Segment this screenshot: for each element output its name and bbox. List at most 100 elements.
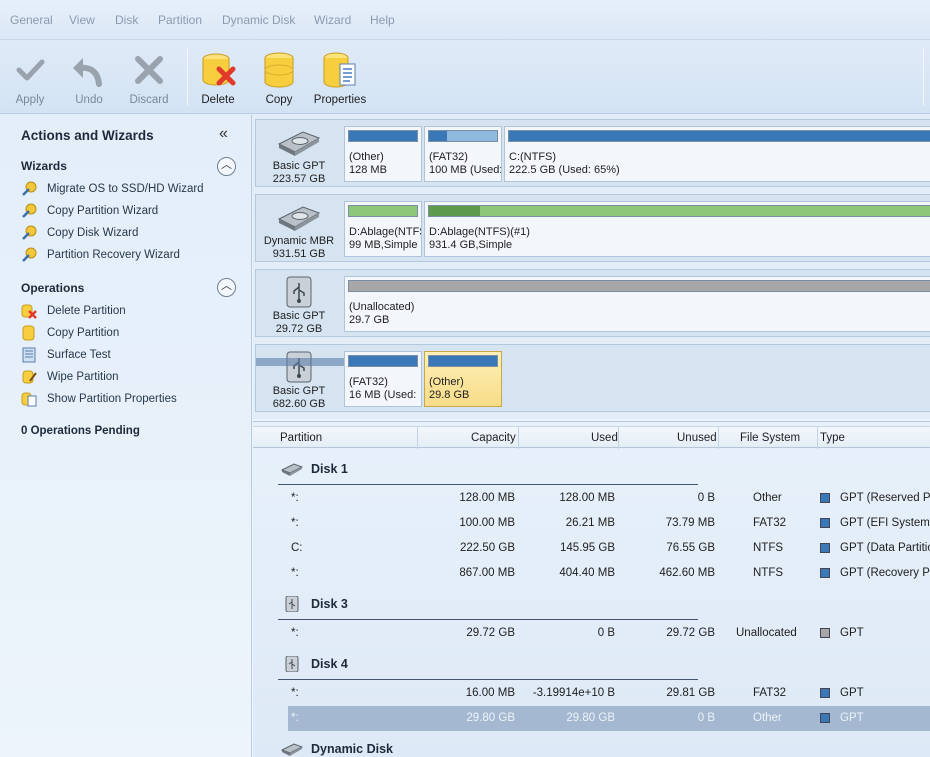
actions-wizards-panel: Actions and Wizards « Wizards ︿ Migrate … <box>0 115 252 757</box>
column-divider[interactable] <box>518 427 519 449</box>
disk-selection-strip <box>256 358 344 366</box>
disk-group-header[interactable]: Disk 3 <box>281 593 348 615</box>
partition-block[interactable]: (FAT32) 16 MB (Used: <box>344 351 422 407</box>
disk-info[interactable]: Basic GPT 223.57 GB <box>256 120 342 186</box>
cell-partition: *: <box>291 687 299 699</box>
cell-type: GPT (Reserved Pa <box>840 492 930 504</box>
show-partition-properties-op[interactable]: Show Partition Properties <box>21 390 177 408</box>
partition-block-selected[interactable]: (Other) 29.8 GB <box>424 351 502 407</box>
table-row-selected[interactable]: *: 29.80 GB 29.80 GB 0 B Other GPT <box>288 706 930 731</box>
table-row[interactable]: *: 128.00 MB 128.00 MB 0 B Other GPT (Re… <box>288 486 930 511</box>
wizards-collapse-toggle[interactable]: ︿ <box>217 157 236 176</box>
disk-info[interactable]: Dynamic MBR 931.51 GB <box>256 195 342 261</box>
menu-view[interactable]: View <box>69 13 95 27</box>
cell-partition: *: <box>291 492 299 504</box>
col-capacity[interactable]: Capacity <box>471 432 516 444</box>
panel-title: Actions and Wizards <box>21 128 154 143</box>
delete-button[interactable]: Delete <box>188 50 248 106</box>
menu-disk[interactable]: Disk <box>115 13 138 27</box>
disk-type: Basic GPT <box>272 310 326 322</box>
wizard-wand-icon <box>22 203 37 218</box>
surface-test-op[interactable]: Surface Test <box>21 346 111 364</box>
cell-partition: *: <box>291 567 299 579</box>
disk-map-row[interactable]: Dynamic MBR 931.51 GB D:Ablage(NTFS 99 M… <box>255 194 930 262</box>
column-divider[interactable] <box>817 427 818 449</box>
wipe-partition-icon <box>22 370 37 384</box>
menu-general[interactable]: General <box>10 13 53 27</box>
menu-partition[interactable]: Partition <box>158 13 202 27</box>
disk-map-row[interactable]: Basic GPT 29.72 GB (Unallocated) 29.7 GB <box>255 269 930 337</box>
cell-file-system: Other <box>753 712 782 724</box>
column-divider[interactable] <box>618 427 619 449</box>
cell-used: -3.19914e+10 B <box>532 687 615 699</box>
column-divider[interactable] <box>718 427 719 449</box>
cell-unused: 462.60 MB <box>659 567 715 579</box>
partition-color-swatch <box>820 628 830 638</box>
col-unused[interactable]: Unused <box>677 432 717 444</box>
disk-map-row[interactable]: Basic GPT 682.60 GB (FAT32) 16 MB (Used:… <box>255 344 930 412</box>
table-row[interactable]: *: 100.00 MB 26.21 MB 73.79 MB FAT32 GPT… <box>288 511 930 536</box>
disk-size: 223.57 GB <box>272 173 326 185</box>
cell-partition: *: <box>291 517 299 529</box>
undo-button[interactable]: Undo <box>59 50 119 106</box>
copy-disk-wizard-link[interactable]: Copy Disk Wizard <box>21 224 138 242</box>
cell-capacity: 29.72 GB <box>466 627 515 639</box>
wipe-partition-op[interactable]: Wipe Partition <box>21 368 119 386</box>
cell-file-system: Unallocated <box>736 627 797 639</box>
partition-name: (FAT32) <box>429 151 468 163</box>
apply-button[interactable]: Apply <box>0 50 60 106</box>
col-used[interactable]: Used <box>591 432 618 444</box>
col-type[interactable]: Type <box>820 432 845 444</box>
partition-block[interactable]: (FAT32) 100 MB (Used: <box>424 126 502 182</box>
col-file-system[interactable]: File System <box>740 432 800 444</box>
table-row[interactable]: *: 29.72 GB 0 B 29.72 GB Unallocated GPT <box>288 621 930 646</box>
partition-color-swatch <box>820 713 830 723</box>
wizard-label: Migrate OS to SSD/HD Wizard <box>47 183 204 195</box>
partition-name: D:Ablage(NTFS <box>349 226 422 238</box>
partition-block[interactable]: D:Ablage(NTFS)(#1) 931.4 GB,Simple <box>424 201 930 257</box>
operation-label: Delete Partition <box>47 305 126 317</box>
partition-block[interactable]: C:(NTFS) 222.5 GB (Used: 65%) <box>504 126 930 182</box>
hard-disk-icon <box>277 131 321 156</box>
toolbar-separator <box>923 48 924 106</box>
menu-dynamic-disk[interactable]: Dynamic Disk <box>222 13 295 27</box>
wizard-label: Partition Recovery Wizard <box>47 249 180 261</box>
delete-partition-op[interactable]: Delete Partition <box>21 302 126 320</box>
disk-info[interactable]: Basic GPT 682.60 GB <box>256 345 342 411</box>
table-row[interactable]: *: 867.00 MB 404.40 MB 462.60 MB NTFS GP… <box>288 561 930 586</box>
disk-info[interactable]: Basic GPT 29.72 GB <box>256 270 342 336</box>
menu-help[interactable]: Help <box>370 13 395 27</box>
disk-group-header[interactable]: Disk 1 <box>281 458 348 480</box>
disk-map-row[interactable]: Basic GPT 223.57 GB (Other) 128 MB (FAT3… <box>255 119 930 187</box>
copy-partition-wizard-link[interactable]: Copy Partition Wizard <box>21 202 158 220</box>
partition-size: 931.4 GB,Simple <box>429 239 513 251</box>
properties-button[interactable]: Properties <box>310 50 370 106</box>
migrate-os-wizard-link[interactable]: Migrate OS to SSD/HD Wizard <box>21 180 204 198</box>
discard-button[interactable]: Discard <box>119 50 179 106</box>
disk-group-name: Dynamic Disk <box>311 742 393 756</box>
hard-disk-icon <box>277 206 321 231</box>
properties-label: Properties <box>313 94 367 106</box>
collapse-panel-icon[interactable]: « <box>219 125 228 143</box>
table-header: Partition Capacity Used Unused File Syst… <box>253 426 930 449</box>
table-row[interactable]: *: 16.00 MB -3.19914e+10 B 29.81 GB FAT3… <box>288 681 930 706</box>
menu-bar: General View Disk Partition Dynamic Disk… <box>0 0 930 40</box>
copy-partition-op[interactable]: Copy Partition <box>21 324 119 342</box>
col-partition[interactable]: Partition <box>280 432 322 444</box>
wizard-label: Copy Disk Wizard <box>47 227 139 239</box>
disk-group-header[interactable]: Dynamic Disk <box>281 738 393 757</box>
partition-block[interactable]: (Other) 128 MB <box>344 126 422 182</box>
column-divider[interactable] <box>417 427 418 449</box>
copy-button[interactable]: Copy <box>249 50 309 106</box>
menu-wizard[interactable]: Wizard <box>314 13 351 27</box>
table-row[interactable]: C: 222.50 GB 145.95 GB 76.55 GB NTFS GPT… <box>288 536 930 561</box>
partition-recovery-wizard-link[interactable]: Partition Recovery Wizard <box>21 246 180 264</box>
disk-group-header[interactable]: Disk 4 <box>281 653 348 675</box>
usb-disk-icon <box>285 596 299 612</box>
cell-capacity: 16.00 MB <box>465 687 515 699</box>
partition-block[interactable]: (Unallocated) 29.7 GB <box>344 276 930 332</box>
delete-label: Delete <box>201 94 235 106</box>
operations-collapse-toggle[interactable]: ︿ <box>217 278 236 297</box>
partition-size: 222.5 GB (Used: 65%) <box>509 164 620 176</box>
partition-block[interactable]: D:Ablage(NTFS 99 MB,Simple <box>344 201 422 257</box>
